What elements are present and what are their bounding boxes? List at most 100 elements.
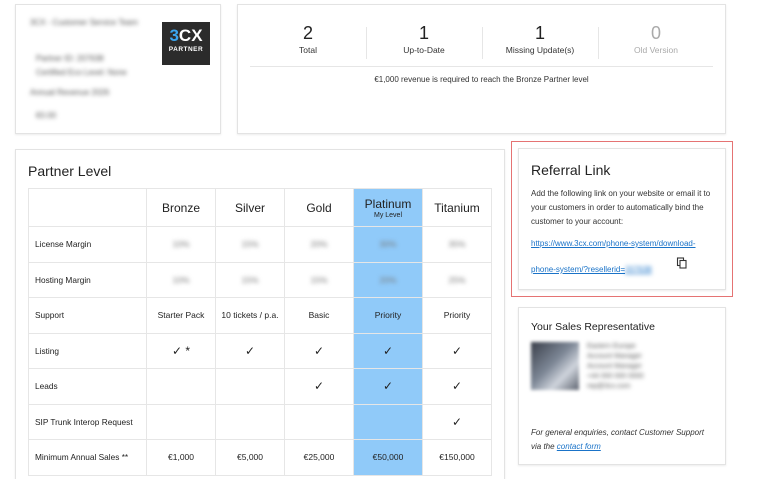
- table-cell: ✓: [422, 332, 492, 369]
- referral-link[interactable]: https://www.3cx.com/phone-system/downloa…: [531, 239, 696, 248]
- table-cell: 15%: [284, 261, 354, 298]
- header-empty: [28, 188, 147, 227]
- stat-missing-updates: 1 Missing Update(s): [482, 23, 598, 55]
- table-row: Hosting Margin 10% 15% 15% 20% 25%: [28, 261, 492, 298]
- checkmark-icon: ✓ *: [171, 343, 191, 358]
- stat-label: Old Version: [634, 45, 678, 55]
- stat-value: 1: [534, 23, 545, 43]
- referral-title: Referral Link: [531, 162, 611, 178]
- sales-rep-details: Eastern Europe Account Manager Account M…: [587, 343, 644, 390]
- checkmark-icon: ✓: [244, 343, 256, 358]
- general-enquiries-note: For general enquiries, contact Customer …: [531, 428, 704, 451]
- company-name: 3CX - Customer Service Team: [30, 18, 138, 27]
- partner-id: Partner ID: 207638: [36, 54, 104, 63]
- stat-label: Total: [299, 45, 317, 55]
- row-label: SIP Trunk Interop Request: [28, 403, 147, 440]
- referral-description: Add the following link on your website o…: [531, 189, 711, 226]
- table-cell: [353, 403, 423, 440]
- checkmark-icon: ✓: [313, 379, 325, 394]
- stat-total: 2 Total: [250, 23, 366, 55]
- level-platinum: Platinum My Level: [353, 188, 423, 227]
- stat-up-to-date: 1 Up-to-Date: [366, 23, 482, 55]
- table-row: Minimum Annual Sales ** €1,000 €5,000 €25,0…: [28, 439, 492, 476]
- table-cell: Priority: [353, 297, 423, 334]
- table-row: Leads ✓ ✓ ✓: [28, 368, 492, 405]
- table-cell: 30%: [353, 226, 423, 263]
- row-label: Hosting Margin: [28, 261, 147, 298]
- level-titanium: Titanium: [422, 188, 492, 227]
- table-cell: 15%: [215, 261, 285, 298]
- contact-form-link[interactable]: contact form: [557, 442, 601, 451]
- level-name: Platinum: [364, 196, 412, 211]
- level-silver: Silver: [215, 188, 285, 227]
- table-cell: 20%: [284, 226, 354, 263]
- update-stats-card: 2 Total 1 Up-to-Date 1 Missing Update(s)…: [237, 4, 726, 134]
- 3cx-partner-logo: 3CX PARTNER: [162, 22, 210, 65]
- stat-value: 1: [418, 23, 429, 43]
- table-cell: [146, 368, 216, 405]
- checkmark-icon: ✓: [451, 343, 463, 358]
- table-cell: €1,000: [146, 439, 216, 476]
- table-cell: ✓: [353, 368, 423, 405]
- table-row: Support Starter Pack 10 tickets / p.a. Basi…: [28, 297, 492, 334]
- partner-level-title: Partner Level: [28, 163, 112, 179]
- table-row: Listing ✓ * ✓ ✓ ✓ ✓: [28, 332, 492, 369]
- stat-label: Up-to-Date: [403, 45, 445, 55]
- my-level-tag: My Level: [373, 211, 402, 219]
- table-cell: ✓: [422, 368, 492, 405]
- copy-icon[interactable]: [676, 257, 688, 269]
- table-row: License Margin 10% 15% 20% 30% 35%: [28, 226, 492, 263]
- checkmark-icon: ✓: [382, 379, 394, 394]
- table-cell: 35%: [422, 226, 492, 263]
- partner-level-card: Partner Level Bronze Silver Gold Platinu…: [15, 149, 505, 479]
- annual-revenue-value: €0.00: [36, 111, 57, 120]
- table-cell: 15%: [215, 226, 285, 263]
- table-cell: 20%: [353, 261, 423, 298]
- table-cell: [215, 403, 285, 440]
- table-cell: [284, 403, 354, 440]
- table-cell: ✓: [422, 403, 492, 440]
- table-cell: €150,000: [422, 439, 492, 476]
- revenue-note: €1,000 revenue is required to reach the …: [374, 75, 589, 84]
- divider: [250, 66, 713, 67]
- referral-link-continued[interactable]: phone-system/?resellerid=207638: [531, 265, 652, 274]
- table-cell: ✓ *: [146, 332, 216, 369]
- table-cell: Priority: [422, 297, 492, 334]
- reseller-code: Certified Eco Level: None: [36, 68, 127, 77]
- table-header-row: Bronze Silver Gold Platinum My Level Tit…: [28, 188, 492, 227]
- table-cell: €5,000: [215, 439, 285, 476]
- table-cell: 10%: [146, 261, 216, 298]
- level-gold: Gold: [284, 188, 354, 227]
- stat-value: 2: [302, 23, 313, 43]
- level-bronze: Bronze: [146, 188, 216, 227]
- row-label: Minimum Annual Sales **: [28, 439, 147, 476]
- table-cell: €25,000: [284, 439, 354, 476]
- table-cell: 10 tickets / p.a.: [215, 297, 285, 334]
- checkmark-icon: ✓: [313, 343, 325, 358]
- checkmark-icon: ✓: [382, 343, 394, 358]
- table-cell: €50,000: [353, 439, 423, 476]
- row-label: Leads: [28, 368, 147, 405]
- stat-value: 0: [650, 23, 661, 43]
- account-card: 3CX - Customer Service Team Partner ID: …: [15, 4, 221, 134]
- row-label: Support: [28, 297, 147, 334]
- table-row: SIP Trunk Interop Request ✓: [28, 403, 492, 440]
- checkmark-icon: ✓: [451, 379, 463, 394]
- stat-old-version: 0 Old Version: [598, 23, 714, 55]
- sales-representative-card: Your Sales Representative Eastern Europe…: [518, 307, 726, 465]
- table-cell: [146, 403, 216, 440]
- row-label: License Margin: [28, 226, 147, 263]
- sales-rep-title: Your Sales Representative: [531, 321, 655, 333]
- table-cell: ✓: [284, 368, 354, 405]
- table-cell: ✓: [215, 332, 285, 369]
- table-cell: 10%: [146, 226, 216, 263]
- checkmark-icon: ✓: [451, 414, 463, 429]
- table-cell: Basic: [284, 297, 354, 334]
- referral-link-card: Referral Link Add the following link on …: [518, 148, 726, 290]
- table-cell: Starter Pack: [146, 297, 216, 334]
- row-label: Listing: [28, 332, 147, 369]
- table-cell: 25%: [422, 261, 492, 298]
- annual-revenue-label: Annual Revenue 2026: [30, 88, 110, 97]
- partner-level-table: Bronze Silver Gold Platinum My Level Tit…: [28, 188, 492, 476]
- avatar: [531, 342, 579, 390]
